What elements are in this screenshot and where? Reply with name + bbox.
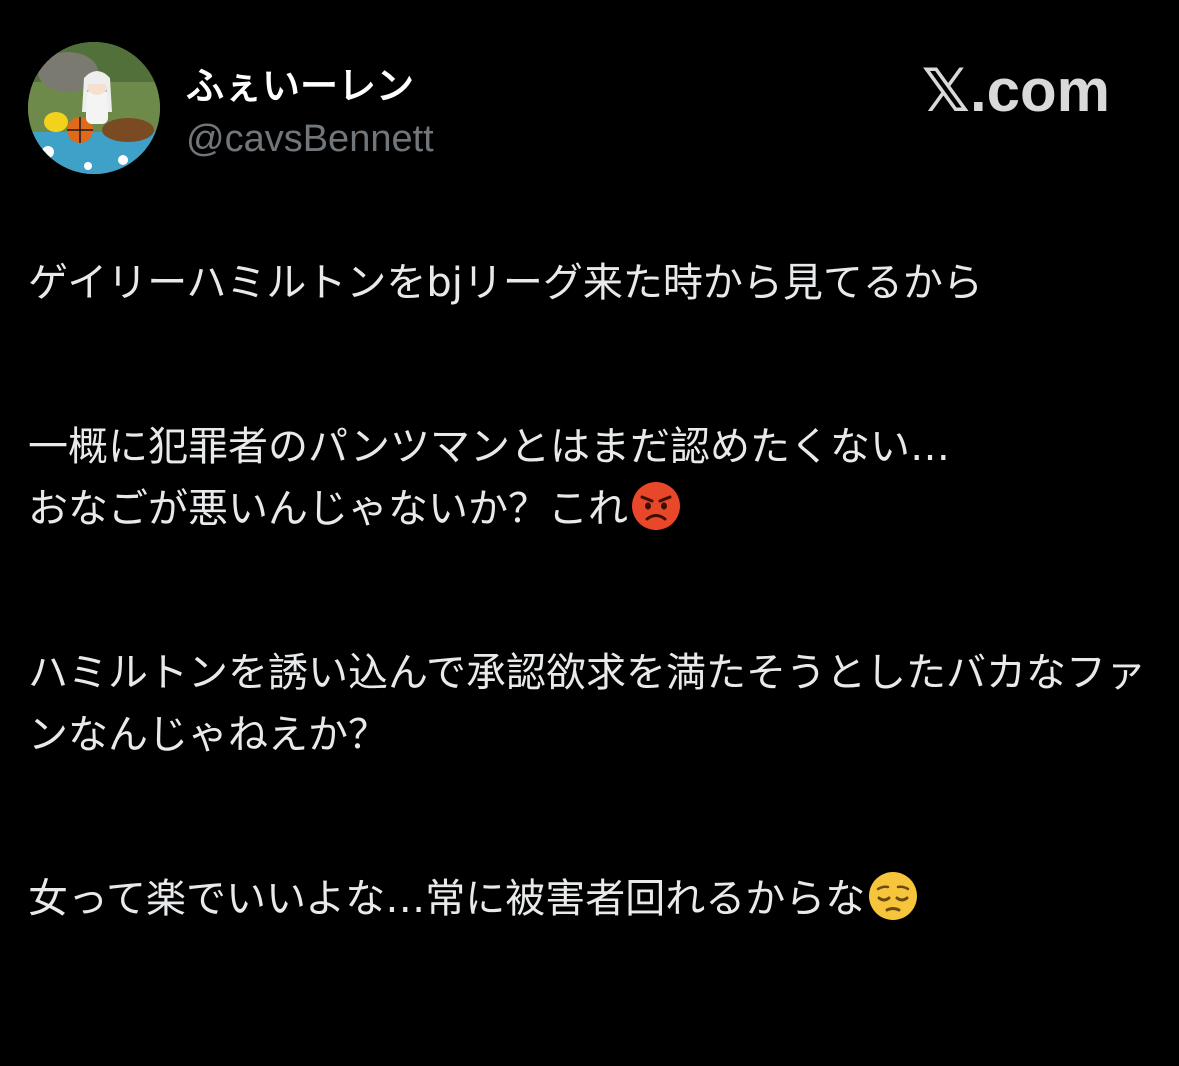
tweet-paragraph-2-line-1: 一概に犯罪者のパンツマンとはまだ認めたくない… bbox=[28, 424, 950, 470]
tweet-paragraph-2: 一概に犯罪者のパンツマンとはまだ認めたくない… おなごが悪いんじゃないか？これ bbox=[28, 416, 1148, 540]
user-handle[interactable]: @cavsBennett bbox=[186, 117, 434, 161]
tweet-paragraph-4-text: 女って楽でいいよな…常に被害者回れるからな bbox=[28, 876, 866, 922]
brand-domain: .com bbox=[969, 57, 1110, 124]
tweet-paragraph-1: ゲイリーハミルトンをbjリーグ来た時から見てるから bbox=[28, 252, 1148, 314]
tweet-paragraph-2-line-2: おなごが悪いんじゃないか？これ bbox=[28, 486, 628, 532]
x-logo-icon: 𝕏 bbox=[921, 56, 970, 126]
display-name[interactable]: ふぇいーレン bbox=[186, 64, 414, 108]
tweet-paragraph-1-text: ゲイリーハミルトンをbjリーグ来た時から見てるから bbox=[28, 260, 983, 306]
x-com-watermark: 𝕏.com bbox=[922, 56, 1110, 126]
tweet-paragraph-3-text: ハミルトンを誘い込んで承認欲求を満たそうとしたバカなファンなんじゃねえか？ bbox=[28, 650, 1146, 758]
avatar[interactable] bbox=[28, 42, 160, 174]
tweet-paragraph-4: 女って楽でいいよな…常に被害者回れるからな bbox=[28, 868, 1148, 930]
tweet-text: ゲイリーハミルトンをbjリーグ来た時から見てるから 一概に犯罪者のパンツマンとは… bbox=[28, 252, 1148, 930]
pensive-face-icon bbox=[869, 872, 918, 920]
tweet-header: ふぇいーレン @cavsBennett 𝕏.com bbox=[28, 42, 1148, 178]
angry-face-icon bbox=[632, 482, 680, 530]
tweet-paragraph-3: ハミルトンを誘い込んで承認欲求を満たそうとしたバカなファンなんじゃねえか？ bbox=[28, 642, 1148, 766]
